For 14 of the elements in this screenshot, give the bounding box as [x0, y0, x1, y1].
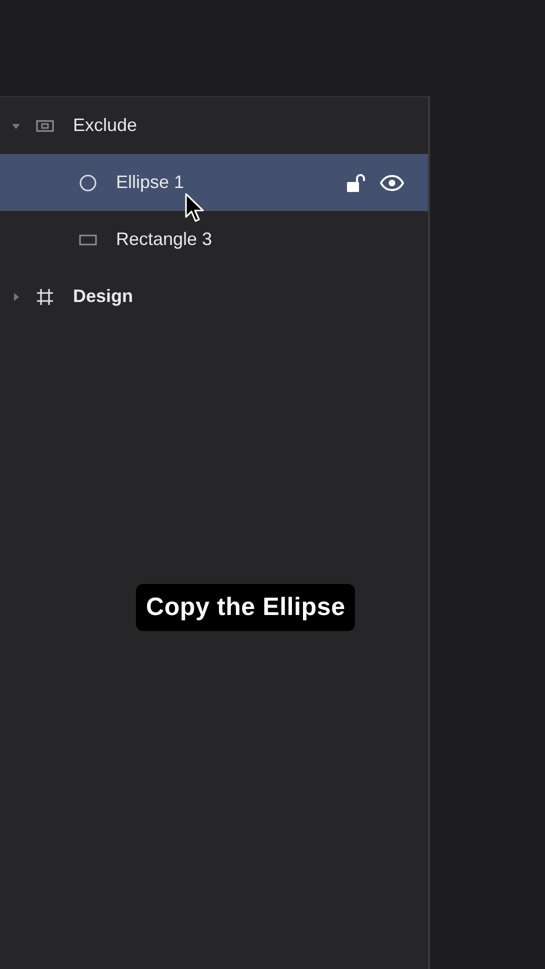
- frame-icon: [36, 288, 54, 306]
- layer-row[interactable]: Exclude: [0, 97, 428, 154]
- layer-name: Ellipse 1: [116, 172, 184, 193]
- unlocked-padlock-icon[interactable]: [346, 172, 366, 192]
- layer-row[interactable]: Ellipse 1: [0, 154, 428, 211]
- caption: Copy the Ellipse: [136, 584, 356, 631]
- eye-icon[interactable]: [380, 174, 404, 190]
- layer-name: Design: [73, 286, 134, 307]
- layer-name: Exclude: [73, 115, 138, 136]
- mouse-pointer-icon: [184, 193, 206, 223]
- layer-row[interactable]: Rectangle 3: [0, 211, 428, 268]
- layer-name: Rectangle 3: [116, 229, 212, 250]
- ellipse-icon: [79, 174, 97, 192]
- layer-row[interactable]: Design: [0, 268, 428, 325]
